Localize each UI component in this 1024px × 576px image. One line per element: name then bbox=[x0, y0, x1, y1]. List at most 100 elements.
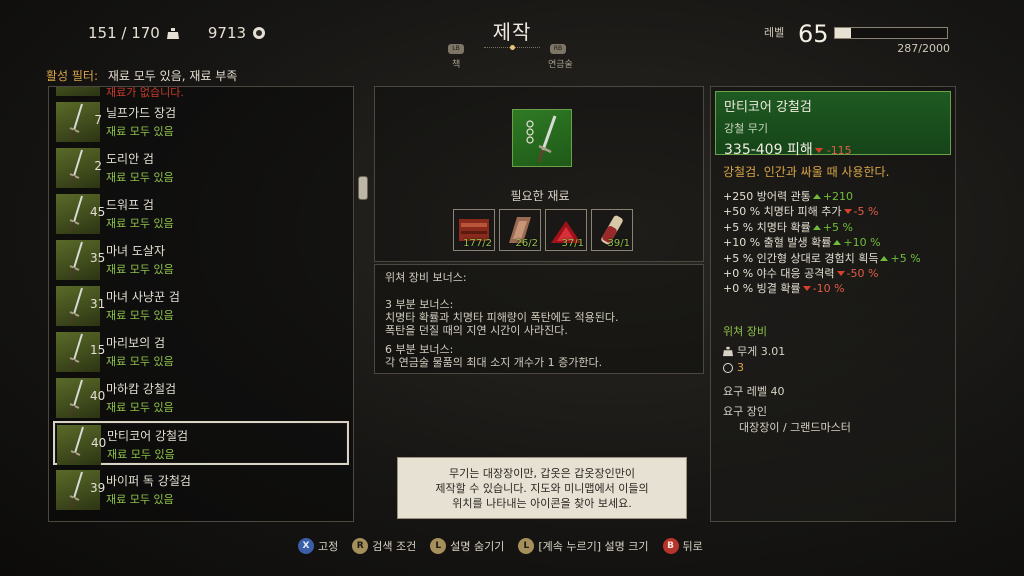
weight-icon bbox=[723, 346, 733, 356]
list-item[interactable]: 31 마녀 사냥꾼 검 재료 모두 있음 bbox=[53, 283, 349, 327]
stat-line: +0 % 야수 대응 공격력 -50 % bbox=[723, 266, 921, 281]
lb-button-icon[interactable]: LB bbox=[448, 44, 464, 54]
crowns-count: 9713 bbox=[207, 24, 247, 42]
required-crafter-label: 요구 장인 bbox=[723, 405, 767, 418]
item-name: 마하캄 강철검 bbox=[106, 382, 177, 396]
x-button-icon: X bbox=[298, 538, 314, 554]
xp-text: 287/2000 bbox=[897, 42, 950, 55]
material-count: 26/2 bbox=[515, 238, 538, 249]
tab-book[interactable]: 책 bbox=[452, 57, 460, 70]
list-item[interactable]: 2 도리안 검재료 모두 있음 bbox=[53, 145, 349, 189]
material-count: 39/1 bbox=[607, 238, 630, 249]
item-name: 닐프가드 장검 bbox=[106, 106, 177, 120]
stat-diff: -50 % bbox=[846, 267, 879, 281]
bonus-three-title: 3 부분 보너스: bbox=[385, 298, 454, 311]
material-count: 177/2 bbox=[463, 238, 492, 249]
l-button-icon: L bbox=[430, 538, 447, 554]
pin-hint[interactable]: X 고정 bbox=[298, 538, 338, 554]
stat-line: +0 % 빙결 확률 -10 % bbox=[723, 281, 921, 296]
list-scrollbar[interactable] bbox=[358, 176, 368, 200]
stat-text: +0 % 야수 대응 공격력 bbox=[723, 267, 835, 281]
hide-description-hint[interactable]: L 설명 숨기기 bbox=[430, 538, 504, 554]
description-size-hint[interactable]: L [계속 누르기] 설명 크기 bbox=[518, 538, 649, 554]
tooltip-line: 제작할 수 있습니다. 지도와 미니맵에서 이들의 bbox=[435, 482, 649, 495]
item-status: 재료 모두 있음 bbox=[106, 309, 174, 322]
search-filter-hint[interactable]: R 검색 조건 bbox=[352, 538, 416, 554]
item-level: 39 bbox=[90, 481, 106, 495]
material-slot[interactable]: 26/2 bbox=[499, 209, 541, 251]
item-level: 45 bbox=[90, 205, 106, 219]
item-name: 도리안 검 bbox=[106, 152, 154, 166]
menu-header: 제작 LB 책 RB 연금술 bbox=[440, 16, 584, 70]
decrease-arrow-icon bbox=[843, 209, 852, 215]
item-level: 31 bbox=[90, 297, 106, 311]
rb-button-icon[interactable]: RB bbox=[550, 44, 566, 54]
item-level: 40 bbox=[90, 389, 106, 403]
back-hint[interactable]: B 뒤로 bbox=[662, 538, 703, 554]
hint-label: [계속 누르기] 설명 크기 bbox=[538, 540, 649, 553]
item-level: 35 bbox=[90, 251, 106, 265]
weight-row: 무게 3.01 bbox=[723, 343, 785, 359]
material-slot[interactable]: 39/1 bbox=[591, 209, 633, 251]
stat-line: +5 % 치명타 확률 +5 % bbox=[723, 220, 921, 235]
item-name: 만티코어 강철검 bbox=[107, 429, 189, 443]
required-crafter-value: 대장장이 / 그랜드마스터 bbox=[739, 421, 851, 434]
tooltip-line: 무기는 대장장이만, 갑옷은 갑옷장인만이 bbox=[448, 467, 636, 480]
selected-sword-icon bbox=[512, 109, 572, 167]
sockets-row: 3 bbox=[723, 361, 744, 374]
increase-arrow-icon bbox=[812, 224, 821, 230]
bonus-six-title: 6 부분 보너스: bbox=[385, 343, 454, 356]
list-item[interactable]: 39 바이퍼 독 강철검 재료 모두 있음 bbox=[53, 467, 349, 511]
item-stats: +250 방어력 관통 +210 +50 % 치명타 피해 추가 -5 % +5 % 치… bbox=[723, 189, 921, 297]
level-label: 레벨 bbox=[764, 26, 785, 39]
list-item[interactable]: 15 마리보의 검 재료 모두 있음 bbox=[53, 329, 349, 373]
damage-value: 335-409 피해 bbox=[724, 142, 813, 158]
item-level: 15 bbox=[90, 343, 106, 357]
l-button-icon: L bbox=[518, 538, 535, 554]
tab-indicator bbox=[484, 45, 540, 51]
filter-value: 재료 모두 있음, 재료 부족 bbox=[107, 69, 238, 83]
stat-text: +250 방어력 관통 bbox=[723, 190, 811, 203]
crafting-preview: 필요한 재료 177/2 26/2 37/1 39/1 bbox=[374, 86, 704, 262]
list-item[interactable]: 7 닐프가드 장검재료 모두 있음 bbox=[53, 99, 349, 143]
active-filter: 활성 필터: 재료 모두 있음, 재료 부족 bbox=[46, 67, 237, 84]
item-level: 7 bbox=[94, 113, 102, 127]
list-item[interactable]: 40 마하캄 강철검 재료 모두 있음 bbox=[53, 375, 349, 419]
sword-icon bbox=[56, 87, 100, 96]
decrease-arrow-icon bbox=[802, 286, 811, 292]
item-name: 드워프 검 bbox=[106, 198, 154, 212]
required-materials-title: 필요한 재료 bbox=[510, 189, 570, 203]
item-status: 재료 모두 있음 bbox=[106, 171, 174, 184]
material-count: 37/1 bbox=[561, 238, 584, 249]
hint-label: 검색 조건 bbox=[372, 540, 417, 553]
stat-line: +250 방어력 관통 +210 bbox=[723, 189, 921, 204]
increase-arrow-icon bbox=[833, 240, 842, 246]
witcher-set-bonus: 위쳐 장비 보너스: 3 부분 보너스: 치명타 확률과 치명타 피해량이 폭탄… bbox=[374, 264, 704, 374]
list-item-partial[interactable]: 재료가 없습니다. bbox=[53, 86, 349, 99]
stat-diff: +5 % bbox=[890, 251, 921, 265]
stat-line: +10 % 출혈 발생 확률 +10 % bbox=[723, 235, 921, 250]
item-status: 재료 모두 있음 bbox=[106, 355, 174, 368]
tab-alchemy[interactable]: 연금술 bbox=[548, 57, 573, 70]
r-button-icon: R bbox=[352, 538, 369, 554]
required-level: 요구 레벨 40 bbox=[723, 385, 785, 398]
item-level: 40 bbox=[91, 436, 107, 450]
list-item[interactable]: 35 마녀 도살자 재료 모두 있음 bbox=[53, 237, 349, 281]
item-status: 재료 모두 있음 bbox=[106, 125, 174, 138]
list-item-selected[interactable]: 40 만티코어 강철검 재료 모두 있음 bbox=[53, 421, 349, 465]
decrease-arrow-icon bbox=[814, 148, 823, 153]
item-level: 2 bbox=[94, 159, 102, 173]
bonus-title: 위쳐 장비 보너스: bbox=[385, 271, 467, 284]
list-item[interactable]: 45 드워프 검 재료 모두 있음 bbox=[53, 191, 349, 235]
stat-diff: -10 % bbox=[812, 282, 845, 296]
tooltip-line: 위치를 나타내는 아이콘을 찾아 보세요. bbox=[452, 497, 632, 510]
hint-label: 설명 숨기기 bbox=[450, 540, 505, 553]
stat-diff: -5 % bbox=[853, 205, 879, 219]
recipe-list[interactable]: 재료가 없습니다. 7 닐프가드 장검 재료 모두 있음 2 도리안 검 재료 모두 있음… bbox=[48, 86, 354, 522]
item-status: 재료가 없습니다. bbox=[106, 86, 184, 99]
material-slot[interactable]: 177/2 bbox=[453, 209, 495, 251]
item-name: 바이퍼 독 강철검 bbox=[106, 474, 191, 488]
sockets-value: 3 bbox=[737, 361, 744, 374]
stat-text: +50 % 치명타 피해 추가 bbox=[723, 205, 842, 219]
material-slot[interactable]: 37/1 bbox=[545, 209, 587, 251]
